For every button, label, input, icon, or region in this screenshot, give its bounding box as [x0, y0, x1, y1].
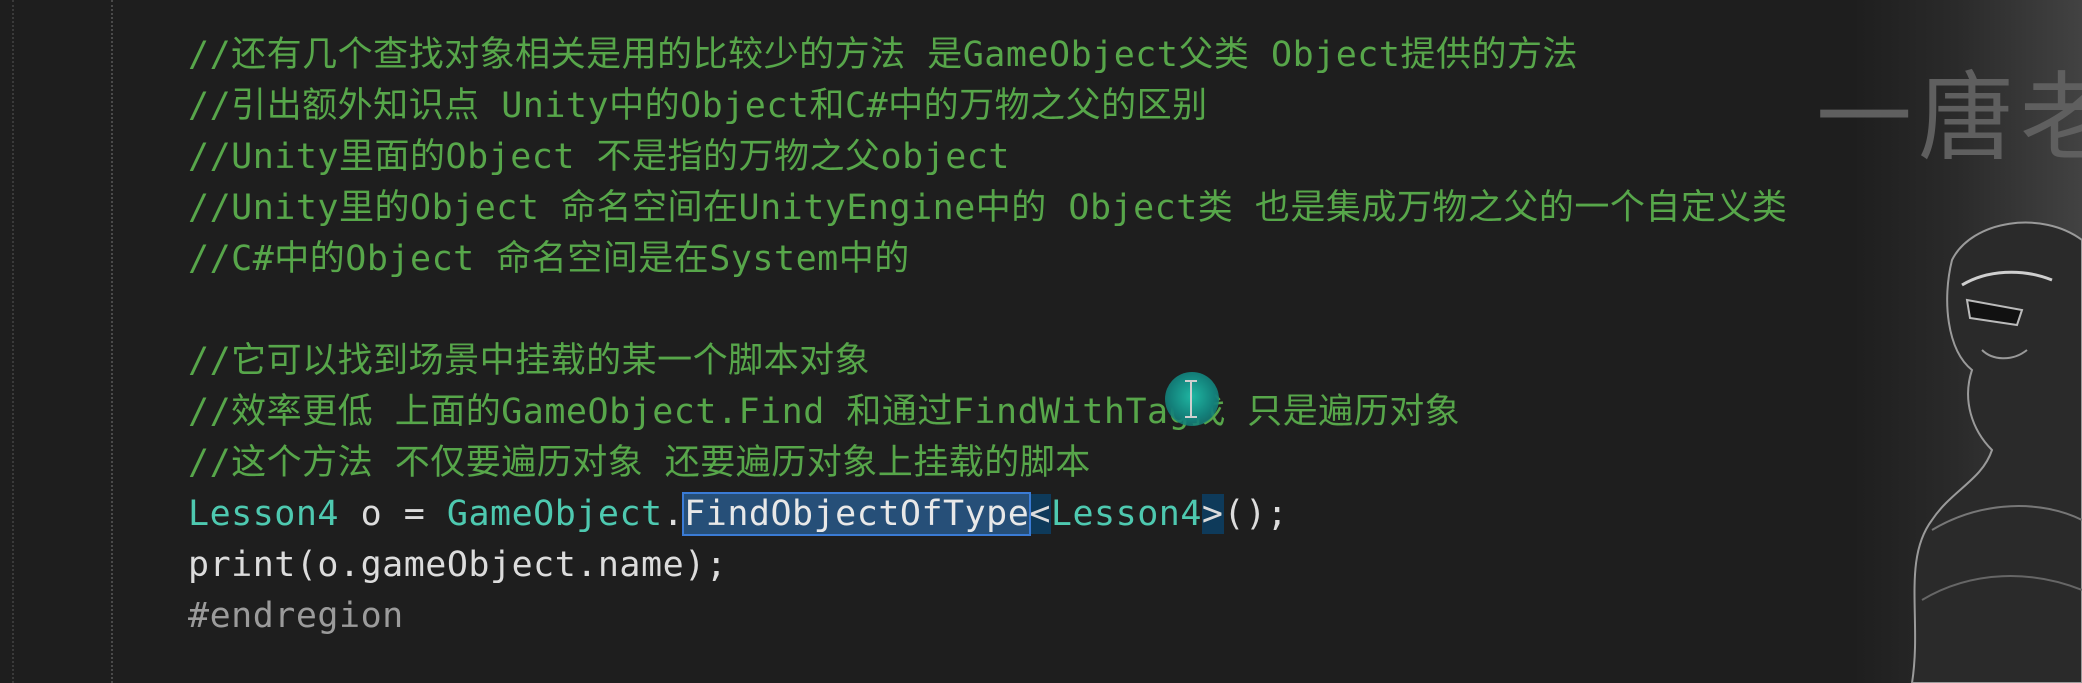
code-comment-line[interactable]: //Unity里的Object 命名空间在UnityEngine中的 Objec… [188, 183, 2082, 234]
code-comment-line[interactable]: //Unity里面的Object 不是指的万物之父object [188, 132, 2082, 183]
text-cursor-icon [1185, 380, 1197, 418]
indent-guide [111, 0, 113, 683]
code-comment-line[interactable]: //它可以找到场景中挂载的某一个脚本对象 [188, 336, 2082, 387]
print-function-token[interactable]: print [188, 545, 296, 585]
code-comment-line[interactable]: //这个方法 不仅要遍历对象 还要遍历对象上挂载的脚本 [188, 438, 2082, 489]
type-token[interactable]: Lesson4 [188, 494, 339, 534]
generic-type-token[interactable]: Lesson4 [1051, 494, 1202, 534]
code-comment-line[interactable]: //引出额外知识点 Unity中的Object和C#中的万物之父的区别 [188, 81, 2082, 132]
code-comment-line[interactable]: //效率更低 上面的GameObject.Find 和通过FindWithTag… [188, 387, 2082, 438]
code-area[interactable]: //还有几个查找对象相关是用的比较少的方法 是GameObject父类 Obje… [188, 30, 2082, 642]
code-comment-line[interactable]: //还有几个查找对象相关是用的比较少的方法 是GameObject父类 Obje… [188, 30, 2082, 81]
code-line-print[interactable]: print(o.gameObject.name); [188, 540, 2082, 591]
variable-token[interactable]: o = [339, 494, 447, 534]
code-blank-line[interactable] [188, 285, 2082, 336]
code-editor[interactable]: 一唐老 //还有几个查找对象相关是用的比较少的方法 是GameObject父类 … [0, 0, 2082, 683]
generic-open-bracket: < [1029, 494, 1051, 534]
selected-method-token[interactable]: FindObjectOfType [682, 492, 1032, 536]
code-line-find-object[interactable]: Lesson4 o = GameObject.FindObjectOfType<… [188, 489, 2082, 540]
indent-guide [12, 0, 14, 683]
code-line-endregion[interactable]: #endregion [188, 591, 2082, 642]
dot-token: . [662, 494, 685, 534]
print-args-token[interactable]: (o.gameObject.name); [296, 545, 727, 585]
generic-close-bracket: > [1201, 494, 1224, 534]
code-comment-line[interactable]: //C#中的Object 命名空间是在System中的 [188, 234, 2082, 285]
class-token[interactable]: GameObject [447, 494, 663, 534]
call-tail-token: (); [1223, 494, 1289, 534]
